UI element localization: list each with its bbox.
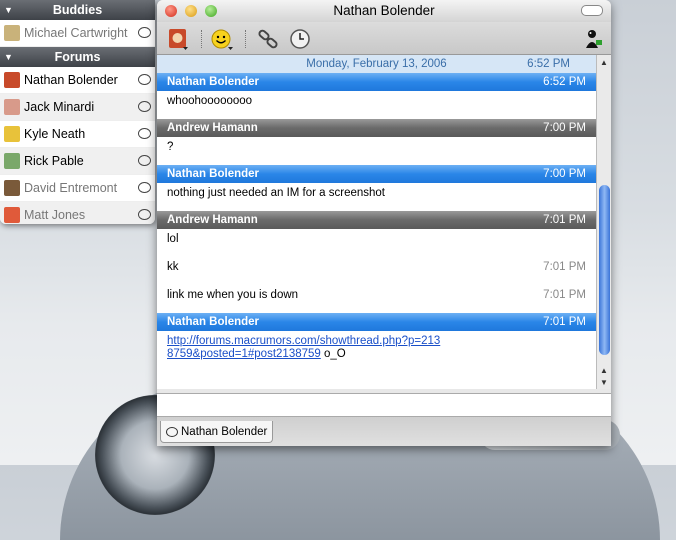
toolbar-separator xyxy=(245,30,247,48)
aim-runner-icon xyxy=(586,30,602,48)
disclosure-triangle-icon[interactable]: ▼ xyxy=(4,47,13,67)
message-line: ? xyxy=(157,137,596,165)
buddy-name: Nathan Bolender xyxy=(24,73,118,87)
insert-link-button[interactable] xyxy=(257,28,279,50)
group-header-forums[interactable]: ▼ Forums xyxy=(0,47,155,67)
message-timestamp: 7:01 PM xyxy=(543,214,586,226)
sender-name: Nathan Bolender xyxy=(167,76,260,88)
chat-tab-bar: Nathan Bolender xyxy=(157,417,611,446)
toolbar-separator xyxy=(201,30,203,48)
message-text: whoohoooooooo xyxy=(167,95,253,107)
message-link[interactable]: http://forums.macrumors.com/showthread.p… xyxy=(167,335,440,360)
chat-toolbar xyxy=(157,22,611,55)
message-timestamp: 7:01 PM xyxy=(543,261,586,273)
scrollbar-thumb[interactable] xyxy=(599,185,610,355)
buddies-group-list: Michael Cartwright xyxy=(0,20,155,47)
chat-bubble-icon xyxy=(138,128,151,139)
chat-bubble-icon xyxy=(138,27,151,38)
buddy-row[interactable]: Rick Pable xyxy=(0,148,155,175)
sender-name: Nathan Bolender xyxy=(167,168,260,180)
sender-name: Andrew Hamann xyxy=(167,214,258,226)
buddy-icon-menu-button[interactable] xyxy=(167,28,189,50)
link-chain-icon xyxy=(258,29,278,49)
history-button[interactable] xyxy=(289,28,311,50)
message-line: nothing just needed an IM for a screensh… xyxy=(157,183,596,211)
sender-name: Andrew Hamann xyxy=(167,122,258,134)
message-transcript[interactable]: Monday, February 13, 2006 6:52 PM Nathan… xyxy=(157,55,596,389)
transcript-scrollbar[interactable]: ▲ ▲ ▼ xyxy=(596,55,611,389)
message-timestamp: 7:00 PM xyxy=(543,168,586,180)
buddy-row[interactable]: Kyle Neath xyxy=(0,121,155,148)
chat-window-title: Nathan Bolender xyxy=(333,3,435,18)
message-text: o_O xyxy=(320,348,346,360)
minimize-window-button[interactable] xyxy=(185,5,197,17)
chat-bubble-icon xyxy=(138,209,151,220)
buddy-name: Kyle Neath xyxy=(24,127,86,141)
forums-group-list: Nathan Bolender Jack Minardi Kyle Neath Ric… xyxy=(0,67,155,224)
toolbar-toggle-button[interactable] xyxy=(581,5,603,16)
message-sender-header: Nathan Bolender 7:00 PM xyxy=(157,165,596,183)
emoticon-menu-button[interactable] xyxy=(211,28,233,50)
buddy-avatar-icon xyxy=(4,25,20,41)
message-sender-header: Nathan Bolender 6:52 PM xyxy=(157,73,596,91)
buddy-name: Jack Minardi xyxy=(24,100,95,114)
message-sender-header: Nathan Bolender 7:01 PM xyxy=(157,313,596,331)
message-line: whoohoooooooo xyxy=(157,91,596,119)
chat-bubble-icon xyxy=(138,182,151,193)
zoom-window-button[interactable] xyxy=(205,5,217,17)
chat-titlebar[interactable]: Nathan Bolender xyxy=(157,0,611,22)
buddy-avatar-icon xyxy=(4,72,20,88)
buddy-row[interactable]: Jack Minardi xyxy=(0,94,155,121)
buddy-avatar-icon xyxy=(4,180,20,196)
message-line: kk 7:01 PM xyxy=(157,257,596,285)
buddy-avatar-icon xyxy=(4,207,20,223)
message-line: http://forums.macrumors.com/showthread.p… xyxy=(157,331,596,365)
buddy-row[interactable]: David Entremont xyxy=(0,175,155,202)
message-line: link me when you is down 7:01 PM xyxy=(157,285,596,313)
buddy-name: Michael Cartwright xyxy=(24,26,128,40)
buddy-name: Matt Jones xyxy=(24,208,86,222)
date-separator: Monday, February 13, 2006 6:52 PM xyxy=(157,55,596,73)
message-text: link me when you is down xyxy=(167,289,299,301)
tab-nathan-bolender[interactable]: Nathan Bolender xyxy=(160,421,273,443)
message-text: lol xyxy=(167,233,179,245)
sender-name: Nathan Bolender xyxy=(167,316,260,328)
buddy-avatar-icon xyxy=(4,153,20,169)
buddy-row[interactable]: Michael Cartwright xyxy=(0,20,155,47)
message-text: kk xyxy=(167,261,179,273)
message-text: nothing just needed an IM for a screensh… xyxy=(167,187,386,199)
message-timestamp: 7:01 PM xyxy=(543,289,586,301)
chat-bubble-icon xyxy=(138,155,151,166)
message-timestamp: 7:01 PM xyxy=(543,316,586,328)
message-blocks: Nathan Bolender 6:52 PM whoohoooooooo Andre… xyxy=(157,73,596,365)
buddy-avatar-icon xyxy=(169,29,188,50)
smiley-icon xyxy=(211,29,233,50)
scroll-down-arrow-icon[interactable]: ▼ xyxy=(600,378,608,387)
group-header-buddies[interactable]: ▼ Buddies xyxy=(0,0,155,20)
message-line: lol xyxy=(157,229,596,257)
buddy-avatar-icon xyxy=(4,99,20,115)
buddy-row[interactable]: Matt Jones xyxy=(0,202,155,224)
service-status-icon[interactable] xyxy=(581,28,603,50)
message-sender-header: Andrew Hamann 7:01 PM xyxy=(157,211,596,229)
buddy-name: Rick Pable xyxy=(24,154,84,168)
chat-window: Nathan Bolender Monday, February 13, 200… xyxy=(157,0,611,446)
chat-bubble-icon xyxy=(138,74,151,85)
message-timestamp: 7:00 PM xyxy=(543,122,586,134)
disclosure-triangle-icon[interactable]: ▼ xyxy=(4,0,13,20)
chat-bubble-icon xyxy=(138,101,151,112)
scroll-up-arrow-icon[interactable]: ▲ xyxy=(600,58,608,67)
clock-icon xyxy=(290,29,310,49)
message-input-field[interactable] xyxy=(157,393,611,417)
buddy-avatar-icon xyxy=(4,126,20,142)
message-sender-header: Andrew Hamann 7:00 PM xyxy=(157,119,596,137)
buddy-row[interactable]: Nathan Bolender xyxy=(0,67,155,94)
buddy-name: David Entremont xyxy=(24,181,118,195)
buddy-list-window: ▼ Buddies Michael Cartwright ▼ Forums Na… xyxy=(0,0,155,224)
chat-bubble-icon xyxy=(166,426,178,437)
close-window-button[interactable] xyxy=(165,5,177,17)
message-timestamp: 6:52 PM xyxy=(543,76,586,88)
scroll-up-arrow-icon[interactable]: ▲ xyxy=(600,366,608,375)
message-text: ? xyxy=(167,141,174,153)
